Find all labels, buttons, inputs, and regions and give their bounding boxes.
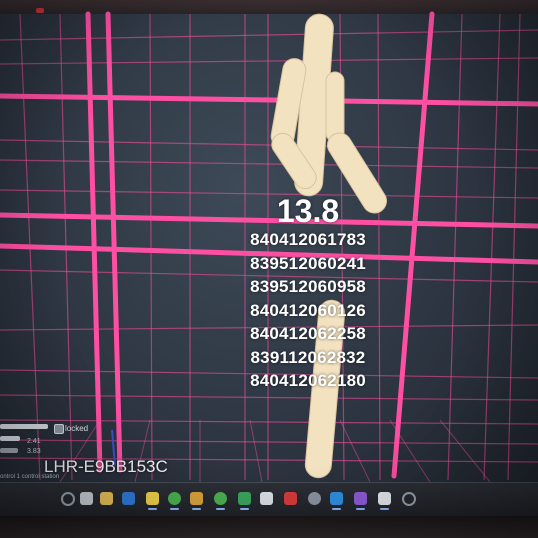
- taskbar: [0, 482, 538, 517]
- chrome-icon[interactable]: [168, 492, 181, 510]
- value-bar[interactable]: [0, 436, 20, 441]
- list-item: 839512060241: [250, 253, 366, 273]
- id-list: 840412061783 839512060241 839512060958 8…: [228, 228, 388, 393]
- monitor-screen: 13.8 840412061783 839512060241 839512060…: [0, 0, 538, 538]
- aircraft-label: LHR-E9BB153C: [44, 457, 168, 476]
- locked-checkbox[interactable]: [54, 424, 64, 434]
- visual-studio-icon[interactable]: [354, 492, 367, 510]
- list-item: 840412061783: [250, 230, 366, 249]
- notes-icon[interactable]: [146, 492, 159, 510]
- slider-track[interactable]: [0, 424, 48, 429]
- locked-label: locked: [65, 424, 89, 433]
- list-item: 840412062180: [250, 371, 366, 390]
- file-explorer-icon[interactable]: [100, 492, 113, 505]
- value-readout: 3.83: [27, 448, 41, 455]
- outlook-icon[interactable]: [122, 492, 135, 505]
- shield-icon[interactable]: [284, 492, 297, 505]
- status-text: ontrol 1 control station: [0, 474, 60, 480]
- monitor-bezel: [0, 516, 538, 538]
- settings-icon[interactable]: [402, 492, 416, 506]
- search-icon[interactable]: [61, 492, 75, 506]
- list-item: 840412062258: [250, 324, 366, 343]
- list-item: 839512060958: [250, 277, 366, 296]
- media-icon[interactable]: [308, 492, 321, 505]
- value-bar[interactable]: [0, 448, 18, 453]
- chrome-icon[interactable]: [214, 492, 227, 510]
- value-readout: 2.41: [27, 438, 41, 445]
- files-icon[interactable]: [260, 492, 273, 505]
- list-item: 839112062832: [250, 347, 366, 367]
- task-view-icon[interactable]: [80, 492, 93, 505]
- vscode-icon[interactable]: [330, 492, 343, 510]
- list-item: 840412060126: [250, 300, 366, 320]
- main-value: 13.8: [276, 193, 340, 229]
- flight-readout: 13.8 840412061783 839512060241 839512060…: [228, 194, 388, 393]
- document-icon[interactable]: [378, 492, 391, 510]
- app-icon[interactable]: [190, 492, 203, 510]
- maps-icon[interactable]: [238, 492, 251, 510]
